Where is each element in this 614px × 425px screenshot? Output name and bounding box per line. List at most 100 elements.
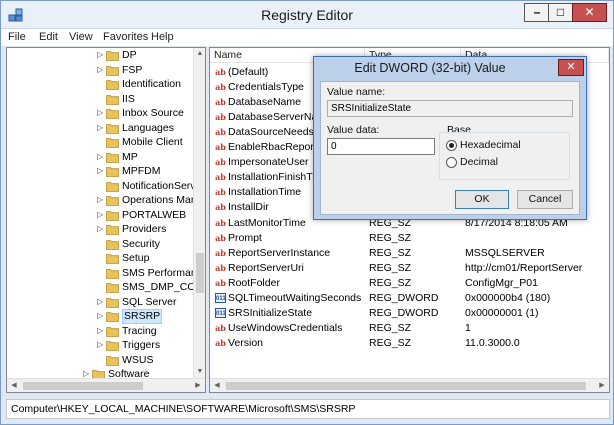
tree-item-label[interactable]: Security	[122, 238, 160, 251]
tree-item-label[interactable]: NotificationServ	[122, 180, 196, 193]
tree-item[interactable]: Mobile Client	[7, 136, 195, 150]
tree-item-label[interactable]: Triggers	[122, 339, 160, 352]
title-bar[interactable]: Registry Editor – □ ✕	[1, 1, 613, 29]
tree-item-label[interactable]: SRSRP	[122, 309, 163, 324]
list-horizontal-scrollbar[interactable]: ◀ ▶	[210, 378, 609, 392]
tree-item-label[interactable]: WSUS	[122, 354, 154, 367]
registry-value-row[interactable]: ab ReportServerUri REG_SZ http://cm01/Repor…	[210, 261, 609, 276]
tree-item[interactable]: Setup	[7, 252, 195, 266]
tree-item[interactable]: ▷ SQL Server	[7, 296, 195, 310]
tree-item[interactable]: SMS Performan	[7, 267, 197, 281]
tree-item-label[interactable]: PORTALWEB	[122, 209, 186, 222]
expand-arrow-icon[interactable]	[97, 268, 105, 277]
tree-item[interactable]: ▷ Tracing	[7, 325, 195, 339]
tree-item[interactable]: WSUS	[7, 354, 195, 368]
expand-arrow-icon[interactable]: ▷	[97, 195, 105, 204]
tree-item-label[interactable]: MPFDM	[122, 165, 161, 178]
expand-arrow-icon[interactable]: ▷	[97, 65, 105, 74]
expand-arrow-icon[interactable]: ▷	[83, 369, 91, 378]
tree-vertical-scrollbar[interactable]: ▲ ▼	[193, 48, 205, 378]
hexadecimal-label[interactable]: Hexadecimal	[460, 139, 521, 151]
dialog-close-button[interactable]: ✕	[558, 59, 584, 76]
expand-arrow-icon[interactable]: ▷	[97, 108, 105, 117]
tree-item-label[interactable]: Mobile Client	[122, 136, 183, 149]
scroll-left-arrow-icon[interactable]: ◀	[7, 379, 21, 392]
registry-value-row[interactable]: 011 SRSInitializeState REG_DWORD 0x00000001…	[210, 306, 609, 321]
tree-item-label[interactable]: SMS_DMP_CON	[122, 281, 203, 294]
scroll-up-arrow-icon[interactable]: ▲	[194, 48, 205, 60]
tree-item[interactable]: ▷ MP	[7, 151, 195, 165]
registry-value-row[interactable]: 011 SQLTimeoutWaitingSeconds REG_DWORD 0x00…	[210, 291, 609, 306]
tree-item[interactable]: ▷ PORTALWEB	[7, 209, 195, 223]
expand-arrow-icon[interactable]: ▷	[97, 210, 105, 219]
tree-item-label[interactable]: Tracing	[122, 325, 157, 338]
tree-item[interactable]: NotificationServ	[7, 180, 196, 194]
expand-arrow-icon[interactable]: ▷	[97, 123, 105, 132]
tree-item-label[interactable]: IIS	[122, 93, 135, 106]
value-data-field[interactable]: 0	[327, 138, 435, 155]
tree-item-label[interactable]: Inbox Source	[122, 107, 184, 120]
scroll-right-arrow-icon[interactable]: ▶	[191, 379, 205, 392]
tree-item-label[interactable]: DP	[122, 49, 137, 62]
tree-item[interactable]: Security	[7, 238, 195, 252]
tree-item-label[interactable]: FSP	[122, 64, 142, 77]
expand-arrow-icon[interactable]: ▷	[97, 166, 105, 175]
tree-horizontal-scrollbar[interactable]: ◀ ▶	[7, 378, 205, 392]
tree-item[interactable]: SMS_DMP_CON	[7, 281, 203, 295]
menu-help[interactable]: Help	[151, 31, 174, 43]
ok-button[interactable]: OK	[455, 190, 509, 209]
tree-item[interactable]: ▷ Languages	[7, 122, 195, 136]
tree-item-label[interactable]: Identification	[122, 78, 181, 91]
tree-item-label[interactable]: SMS Performan	[122, 267, 197, 280]
registry-value-row[interactable]: ab UseWindowsCredentials REG_SZ 1	[210, 321, 609, 336]
scroll-down-arrow-icon[interactable]: ▼	[194, 366, 205, 378]
expand-arrow-icon[interactable]: ▷	[97, 224, 105, 233]
key-tree-pane[interactable]: ▷ DP ▷ FSP Identification IIS ▷ Inbox Source ▷ La…	[6, 47, 206, 393]
expand-arrow-icon[interactable]: ▷	[97, 50, 105, 59]
registry-value-row[interactable]: ab Prompt REG_SZ	[210, 231, 609, 246]
expand-arrow-icon[interactable]	[97, 181, 105, 190]
registry-value-row[interactable]: ab ReportServerInstance REG_SZ MSSQLSERVER	[210, 246, 609, 261]
tree-item[interactable]: ▷ MPFDM	[7, 165, 195, 179]
expand-arrow-icon[interactable]	[97, 79, 105, 88]
registry-value-row[interactable]: ab RootFolder REG_SZ ConfigMgr_P01	[210, 276, 609, 291]
expand-arrow-icon[interactable]: ▷	[97, 297, 105, 306]
tree-item-label[interactable]: Setup	[122, 252, 149, 265]
tree-item[interactable]: ▷ Triggers	[7, 339, 195, 353]
decimal-label[interactable]: Decimal	[460, 156, 498, 168]
tree-item[interactable]: ▷ SRSRP	[7, 309, 195, 324]
tree-item[interactable]: IIS	[7, 93, 195, 107]
expand-arrow-icon[interactable]	[97, 355, 105, 364]
menu-file[interactable]: File	[8, 31, 26, 43]
cancel-button[interactable]: Cancel	[517, 190, 573, 209]
scroll-right-arrow-icon[interactable]: ▶	[595, 379, 609, 392]
tree-item-label[interactable]: Languages	[122, 122, 174, 135]
decimal-radio[interactable]	[446, 157, 457, 168]
expand-arrow-icon[interactable]: ▷	[97, 152, 105, 161]
tree-item[interactable]: Identification	[7, 78, 195, 92]
expand-arrow-icon[interactable]	[97, 137, 105, 146]
tree-item-label[interactable]: MP	[122, 151, 138, 164]
expand-arrow-icon[interactable]	[97, 94, 105, 103]
expand-arrow-icon[interactable]	[97, 282, 105, 291]
menu-edit[interactable]: Edit	[39, 31, 58, 43]
tree-hscroll-thumb[interactable]	[23, 382, 143, 390]
scroll-left-arrow-icon[interactable]: ◀	[210, 379, 224, 392]
maximize-button[interactable]: □	[548, 3, 573, 22]
tree-item[interactable]: ▷ Providers	[7, 223, 195, 237]
menu-favorites[interactable]: Favorites	[103, 31, 148, 43]
registry-value-row[interactable]: ab Version REG_SZ 11.0.3000.0	[210, 336, 609, 351]
tree-item[interactable]: ▷ DP	[7, 49, 195, 63]
expand-arrow-icon[interactable]: ▷	[97, 311, 105, 320]
minimize-button[interactable]: –	[524, 3, 549, 22]
value-name-field[interactable]: SRSInitializeState	[327, 100, 573, 117]
dialog-title-bar[interactable]: Edit DWORD (32-bit) Value ✕	[314, 57, 586, 81]
expand-arrow-icon[interactable]: ▷	[97, 340, 105, 349]
hexadecimal-radio[interactable]	[446, 140, 457, 151]
close-button[interactable]: ✕	[572, 3, 607, 22]
menu-view[interactable]: View	[69, 31, 93, 43]
expand-arrow-icon[interactable]	[97, 239, 105, 248]
tree-item[interactable]: ▷ Inbox Source	[7, 107, 195, 121]
expand-arrow-icon[interactable]: ▷	[97, 326, 105, 335]
expand-arrow-icon[interactable]	[97, 253, 105, 262]
